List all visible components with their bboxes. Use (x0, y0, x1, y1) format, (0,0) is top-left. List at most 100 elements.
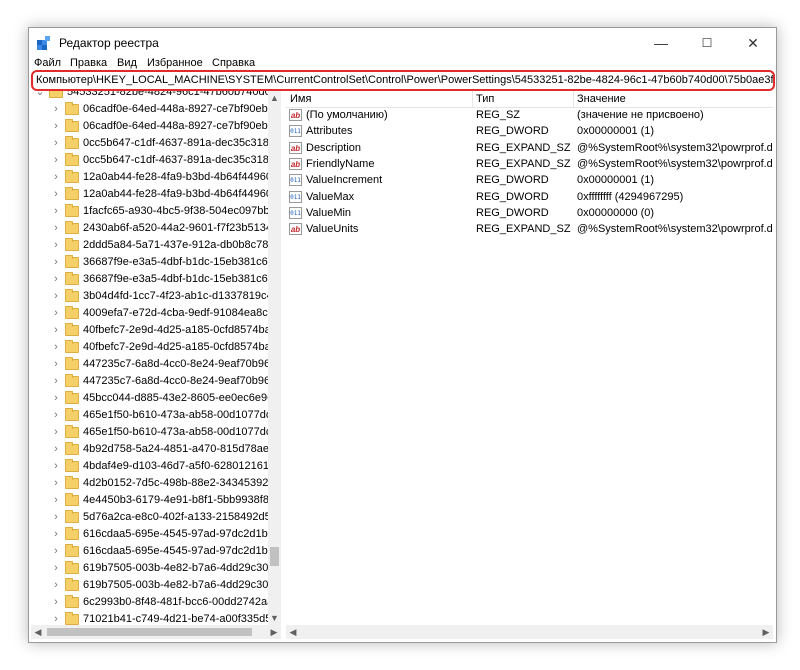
chevron-right-icon[interactable]: › (51, 426, 61, 438)
scroll-right-icon[interactable]: ▶ (759, 625, 773, 639)
menu-file[interactable]: Файл (34, 58, 61, 69)
chevron-right-icon[interactable]: › (51, 171, 61, 183)
chevron-right-icon[interactable]: › (51, 443, 61, 455)
tree-vertical-scrollbar[interactable]: ▲ ▼ (268, 91, 281, 625)
scroll-down-icon[interactable]: ▼ (268, 611, 281, 625)
chevron-right-icon[interactable]: › (51, 375, 61, 387)
chevron-right-icon[interactable]: › (51, 324, 61, 336)
chevron-right-icon[interactable]: › (51, 341, 61, 353)
chevron-right-icon[interactable]: › (51, 137, 61, 149)
tree-item[interactable]: › 0cc5b647-c1df-4637-891a-dec35c318583 (31, 135, 268, 152)
tree-hscroll-thumb[interactable] (47, 628, 252, 636)
tree-item[interactable]: › 12a0ab44-fe28-4fa9-b3bd-4b64f44960a6 (31, 169, 268, 186)
tree-item[interactable]: › 36687f9e-e3a5-4dbf-b1dc-15eb381c6863 (31, 254, 268, 271)
tree-scroll-thumb[interactable] (270, 547, 279, 566)
column-header-value[interactable]: Значение (577, 93, 626, 105)
chevron-right-icon[interactable]: › (51, 273, 61, 285)
chevron-right-icon[interactable]: › (51, 239, 61, 251)
chevron-right-icon[interactable]: › (51, 154, 61, 166)
value-row[interactable]: ab ValueUnits REG_EXPAND_SZ @%SystemRoot%\s… (286, 222, 773, 238)
tree-item[interactable]: › 619b7505-003b-4e82-b7a6-4dd29c300972 (31, 577, 268, 594)
chevron-right-icon[interactable]: › (51, 222, 61, 234)
chevron-right-icon[interactable]: › (51, 205, 61, 217)
tree-item[interactable]: › 3b04d4fd-1cc7-4f23-ab1c-d1337819c4bb (31, 288, 268, 305)
chevron-right-icon[interactable]: › (51, 477, 61, 489)
chevron-right-icon[interactable]: › (51, 103, 61, 115)
menu-help[interactable]: Справка (212, 58, 255, 69)
tree-item[interactable]: › 6c2993b0-8f48-481f-bcc6-00dd2742aa06 (31, 594, 268, 611)
column-divider[interactable] (472, 91, 473, 107)
tree-item[interactable]: › 465e1f50-b610-473a-ab58-00d1077dc419 (31, 424, 268, 441)
chevron-right-icon[interactable]: › (51, 290, 61, 302)
tree-item[interactable]: › 2430ab6f-a520-44a2-9601-f7f23b5134b1 (31, 220, 268, 237)
chevron-right-icon[interactable]: › (51, 494, 61, 506)
tree-item-label: 45bcc044-d885-43e2-8605-ee0ec6e96b59 (83, 392, 268, 404)
chevron-right-icon[interactable]: › (51, 409, 61, 421)
value-row[interactable]: 011 ValueMin REG_DWORD 0x00000000 (0) (286, 206, 773, 222)
tree-item[interactable]: › 06cadf0e-64ed-448a-8927-ce7bf90eb35e (31, 118, 268, 135)
tree-item[interactable]: › 447235c7-6a8d-4cc0-8e24-9eaf70b96e2c (31, 373, 268, 390)
tree-item[interactable]: › 4009efa7-e72d-4cba-9edf-91084ea8cbc3 (31, 305, 268, 322)
value-row[interactable]: 011 Attributes REG_DWORD 0x00000001 (1) (286, 124, 773, 140)
chevron-right-icon[interactable]: › (51, 256, 61, 268)
tree-item[interactable]: ⌄ 54533251-82be-4824-96c1-47b60b740d00 (31, 91, 268, 101)
title-bar[interactable]: Редактор реестра — ☐ ✕ (29, 28, 776, 58)
chevron-right-icon[interactable]: › (51, 511, 61, 523)
values-horizontal-scrollbar[interactable]: ◀ ▶ (286, 625, 773, 639)
tree-item[interactable]: › 12a0ab44-fe28-4fa9-b3bd-4b64f44960a7 (31, 186, 268, 203)
value-row[interactable]: 011 ValueIncrement REG_DWORD 0x00000001 (1) (286, 173, 773, 189)
value-row[interactable]: ab (По умолчанию) REG_SZ (значение не присв… (286, 108, 773, 124)
scroll-left-icon[interactable]: ◀ (31, 625, 45, 639)
menu-view[interactable]: Вид (117, 58, 137, 69)
tree-item[interactable]: › 4e4450b3-6179-4e91-b8f1-5bb9938f81a1 (31, 492, 268, 509)
tree-item[interactable]: › 36687f9e-e3a5-4dbf-b1dc-15eb381c6864 (31, 271, 268, 288)
scroll-up-icon[interactable]: ▲ (268, 91, 281, 105)
chevron-right-icon[interactable]: › (51, 120, 61, 132)
chevron-right-icon[interactable]: › (51, 460, 61, 472)
address-bar[interactable]: Компьютер\HKEY_LOCAL_MACHINE\SYSTEM\Curr… (31, 70, 775, 91)
tree-item[interactable]: › 616cdaa5-695e-4545-97ad-97dc2d1bdd88 (31, 526, 268, 543)
value-name: ValueIncrement (306, 174, 383, 187)
maximize-button[interactable]: ☐ (684, 28, 730, 58)
chevron-right-icon[interactable]: › (51, 307, 61, 319)
value-row[interactable]: 011 ValueMax REG_DWORD 0xffffffff (42949672… (286, 190, 773, 206)
chevron-down-icon[interactable]: ⌄ (35, 91, 45, 98)
chevron-right-icon[interactable]: › (51, 528, 61, 540)
tree-item[interactable]: › 4bdaf4e9-d103-46d7-a5f0-6280121616ef (31, 458, 268, 475)
menu-edit[interactable]: Правка (70, 58, 107, 69)
tree-item[interactable]: › 447235c7-6a8d-4cc0-8e24-9eaf70b96e2b (31, 356, 268, 373)
scroll-right-icon[interactable]: ▶ (267, 625, 281, 639)
chevron-right-icon[interactable]: › (51, 545, 61, 557)
chevron-right-icon[interactable]: › (51, 358, 61, 370)
tree-horizontal-scrollbar[interactable]: ◀ ▶ (31, 625, 281, 639)
value-row[interactable]: ab FriendlyName REG_EXPAND_SZ @%SystemRoot%… (286, 157, 773, 173)
chevron-right-icon[interactable]: › (51, 579, 61, 591)
tree-item[interactable]: › 4b92d758-5a24-4851-a470-815d78aee119 (31, 441, 268, 458)
chevron-right-icon[interactable]: › (51, 188, 61, 200)
menu-favorites[interactable]: Избранное (147, 58, 203, 69)
minimize-button[interactable]: — (638, 28, 684, 58)
chevron-right-icon[interactable]: › (51, 562, 61, 574)
close-button[interactable]: ✕ (730, 28, 776, 58)
chevron-right-icon[interactable]: › (51, 392, 61, 404)
tree-item[interactable]: › 4d2b0152-7d5c-498b-88e2-34345392a2c5 (31, 475, 268, 492)
tree-item[interactable]: › 2ddd5a84-5a71-437e-912a-db0b8c788732 (31, 237, 268, 254)
tree-item[interactable]: › 45bcc044-d885-43e2-8605-ee0ec6e96b59 (31, 390, 268, 407)
tree-item[interactable]: › 465e1f50-b610-473a-ab58-00d1077dc418 (31, 407, 268, 424)
chevron-right-icon[interactable]: › (51, 613, 61, 625)
tree-item[interactable]: › 5d76a2ca-e8c0-402f-a133-2158492d58ad (31, 509, 268, 526)
scroll-left-icon[interactable]: ◀ (286, 625, 300, 639)
tree-item[interactable]: › 1facfc65-a930-4bc5-9f38-504ec097bbc0 (31, 203, 268, 220)
tree-item[interactable]: › 616cdaa5-695e-4545-97ad-97dc2d1bdd89 (31, 543, 268, 560)
value-row[interactable]: ab Description REG_EXPAND_SZ @%SystemRoot%\… (286, 141, 773, 157)
tree-item[interactable]: › 06cadf0e-64ed-448a-8927-ce7bf90eb35e (31, 101, 268, 118)
tree-item[interactable]: › 619b7505-003b-4e82-b7a6-4dd29c300971 (31, 560, 268, 577)
chevron-right-icon[interactable]: › (51, 596, 61, 608)
column-header-name[interactable]: Имя (290, 93, 311, 105)
tree-item[interactable]: › 71021b41-c749-4d21-be74-a00f335d582b (31, 611, 268, 625)
tree-item[interactable]: › 40fbefc7-2e9d-4d25-a185-0cfd8574bac7 (31, 339, 268, 356)
tree-item[interactable]: › 40fbefc7-2e9d-4d25-a185-0cfd8574bac6 (31, 322, 268, 339)
tree-item[interactable]: › 0cc5b647-c1df-4637-891a-dec35c318584 (31, 152, 268, 169)
column-header-type[interactable]: Тип (476, 93, 494, 105)
column-divider[interactable] (573, 91, 574, 107)
